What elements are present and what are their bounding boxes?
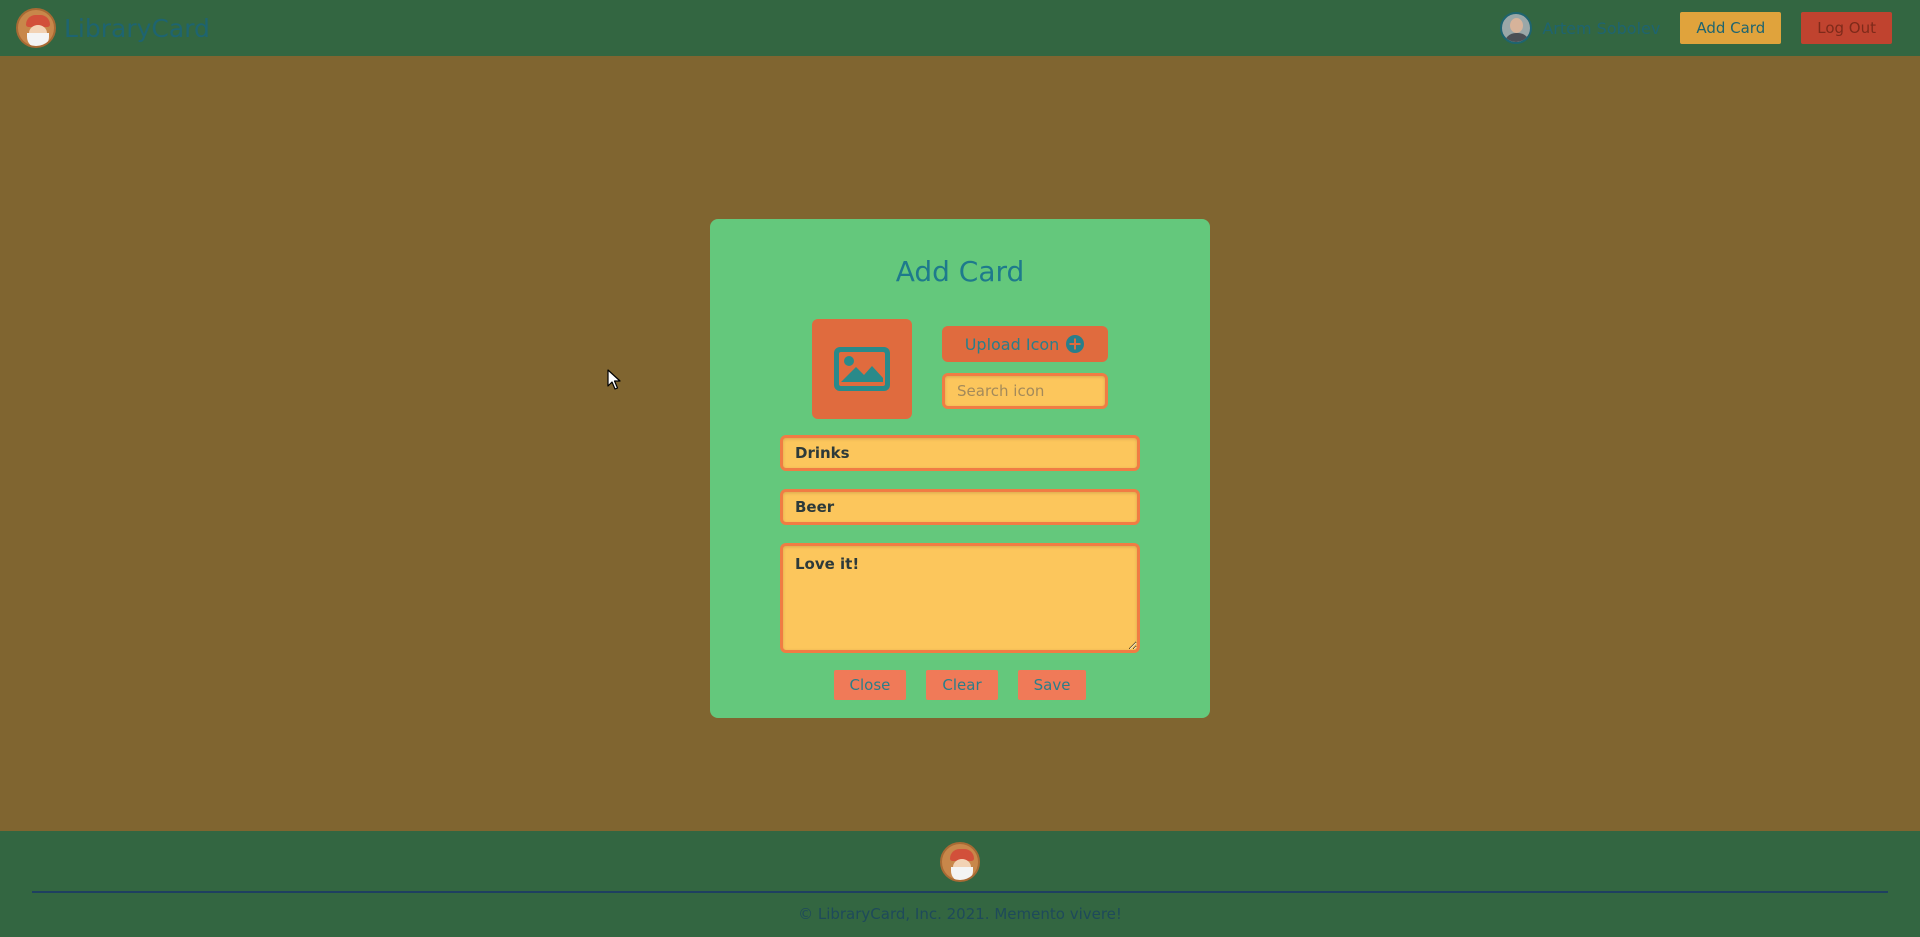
user-name[interactable]: Artem Sobolev: [1542, 19, 1660, 38]
close-button[interactable]: Close: [833, 670, 907, 700]
top-navbar: LibraryCard Artem Sobolev Add Card Log O…: [0, 0, 1920, 56]
brand[interactable]: LibraryCard: [16, 8, 210, 48]
plus-circle-icon: [1065, 334, 1085, 354]
category-field[interactable]: [780, 435, 1140, 471]
modal-actions: Close Clear Save: [710, 670, 1210, 700]
search-icon-input[interactable]: [942, 373, 1108, 409]
clear-button[interactable]: Clear: [926, 670, 998, 700]
name-field[interactable]: [780, 489, 1140, 525]
add-card-modal: Add Card Upload Icon Love it! Close Clea…: [710, 219, 1210, 718]
save-button[interactable]: Save: [1017, 670, 1087, 700]
image-icon: [834, 347, 890, 391]
add-card-button[interactable]: Add Card: [1680, 12, 1782, 44]
footer-logo-icon[interactable]: [940, 842, 980, 882]
upload-icon-button[interactable]: Upload Icon: [942, 326, 1108, 362]
description-field[interactable]: Love it!: [780, 543, 1140, 653]
upload-icon-label: Upload Icon: [964, 334, 1060, 354]
icon-preview: [812, 319, 912, 419]
nav-right: Artem Sobolev Add Card Log Out: [1500, 12, 1892, 44]
footer-divider: [32, 891, 1888, 893]
footer: © LibraryCard, Inc. 2021. Memento vivere…: [0, 831, 1920, 937]
brand-name[interactable]: LibraryCard: [64, 14, 210, 43]
modal-title: Add Card: [895, 255, 1025, 288]
user-avatar[interactable]: [1500, 12, 1533, 44]
librarycard-logo-icon: [16, 8, 56, 48]
copyright-text: © LibraryCard, Inc. 2021. Memento vivere…: [798, 905, 1122, 923]
mouse-cursor-icon: [607, 369, 621, 390]
logout-button[interactable]: Log Out: [1801, 12, 1892, 44]
